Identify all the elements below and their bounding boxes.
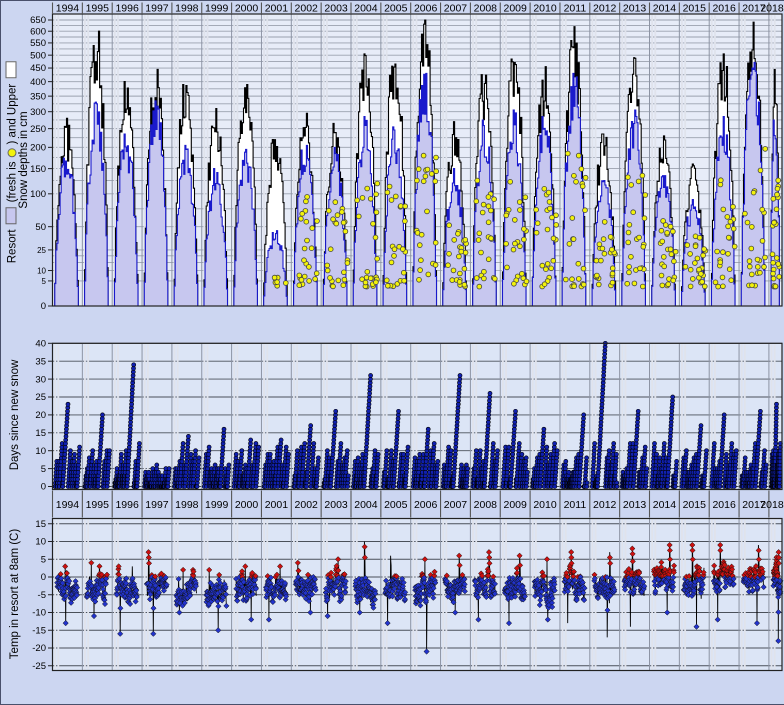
tick-label: 30 [35, 374, 46, 385]
year-label-top: 2016 [712, 3, 736, 15]
year-label-top: 2006 [414, 3, 438, 15]
tick-label: 350 [30, 91, 46, 102]
year-label-middle: 1994 [56, 499, 80, 511]
tick-label: -20 [32, 643, 46, 654]
year-label-middle: 2014 [653, 499, 677, 511]
year-label-top: 2013 [623, 3, 647, 15]
year-label-top: 2000 [235, 3, 259, 15]
tick-label: 650 [30, 15, 46, 26]
tick-label: 150 [30, 164, 46, 175]
year-label-middle: 2002 [295, 499, 319, 511]
tick-label: 0 [41, 482, 46, 493]
tick-label: 50 [35, 222, 46, 233]
year-label-top: 2005 [384, 3, 408, 15]
snow-history-chart: 6506005505004504003503002502001501005025… [0, 0, 784, 705]
tick-label: 20 [35, 410, 46, 421]
year-label-top: 2002 [295, 3, 319, 15]
year-label-middle: 2018 [760, 499, 784, 511]
year-label-middle: 2012 [593, 499, 617, 511]
year-label-top: 1996 [115, 3, 139, 15]
tick-label: 25 [35, 392, 46, 403]
tick-label: 10 [35, 446, 46, 457]
legend-fresh-pre-text: (fresh is [7, 161, 19, 202]
year-label-top: 1997 [145, 3, 169, 15]
year-label-top: 2001 [265, 3, 289, 15]
tick-label: 15 [35, 428, 46, 439]
tick-label: 450 [30, 63, 46, 74]
year-label-middle: 2000 [235, 499, 259, 511]
tick-label: -25 [32, 661, 46, 672]
year-label-middle: 2015 [683, 499, 707, 511]
year-label-middle: 2006 [414, 499, 438, 511]
tick-label: 10 [35, 537, 46, 548]
year-label-top: 1999 [205, 3, 229, 15]
year-label-top: 2009 [503, 3, 527, 15]
year-label-top: 1994 [56, 3, 80, 15]
tick-label: 40 [35, 339, 46, 350]
tick-label: 600 [30, 26, 46, 37]
tick-label: 400 [30, 77, 46, 88]
tick-label: 5 [42, 277, 47, 286]
tick-label: 5 [41, 554, 46, 565]
year-label-top: 2007 [444, 3, 468, 15]
tick-label: 500 [30, 50, 46, 61]
tick-label: 35 [35, 356, 46, 367]
year-label-top: 1998 [175, 3, 199, 15]
year-label-top: 2003 [324, 3, 348, 15]
year-label-middle: 2008 [474, 499, 498, 511]
tick-label: 0 [41, 572, 46, 583]
year-label-middle: 1997 [145, 499, 169, 511]
tick-label: -10 [32, 608, 46, 619]
upper-swatch [6, 62, 17, 79]
year-label-middle: 1996 [115, 499, 139, 511]
tick-label: -15 [32, 625, 46, 636]
year-label-middle: 2007 [444, 499, 468, 511]
tick-label: 550 [30, 38, 46, 49]
year-label-top: 1995 [86, 3, 110, 15]
tick-label: 300 [30, 107, 46, 118]
year-label-middle: 2010 [533, 499, 557, 511]
legend-resort-text: Resort [7, 229, 19, 263]
tick-label: 100 [30, 189, 46, 200]
fresh-snow-dot-swatch [8, 148, 17, 157]
year-label-top: 2011 [564, 3, 587, 15]
tick-label: -5 [38, 590, 46, 601]
year-label-middle: 2009 [503, 499, 527, 511]
year-label-middle: 2004 [354, 499, 378, 511]
year-label-top: 2014 [653, 3, 677, 15]
year-label-top: 2015 [683, 3, 707, 15]
year-label-middle: 2005 [384, 499, 408, 511]
tick-label: 250 [30, 124, 46, 135]
year-label-middle: 2016 [712, 499, 736, 511]
year-label-top: 2008 [474, 3, 498, 15]
year-label-top: 2004 [354, 3, 378, 15]
year-label-middle: 1995 [86, 499, 110, 511]
tick-label: 25 [37, 246, 46, 255]
tick-label: 5 [41, 464, 46, 475]
resort-swatch [6, 207, 17, 224]
year-label-top: 2010 [533, 3, 557, 15]
year-label-middle: 2013 [623, 499, 647, 511]
tick-label: 0 [41, 301, 46, 312]
tick-label: 200 [30, 143, 46, 154]
year-label-middle: 2003 [324, 499, 348, 511]
year-label-middle: 2001 [265, 499, 289, 511]
tick-label: 10 [37, 267, 46, 276]
year-label-top: 2018 [760, 3, 784, 15]
legend-fresh-post-text: ) and Upper [7, 84, 19, 145]
year-label-top: 2012 [593, 3, 617, 15]
chart-canvas: 6506005505004504003503002502001501005025… [1, 1, 784, 704]
year-label-middle: 1998 [175, 499, 199, 511]
tick-label: 15 [35, 519, 46, 530]
year-label-middle: 2011 [564, 499, 587, 511]
year-label-middle: 1999 [205, 499, 229, 511]
